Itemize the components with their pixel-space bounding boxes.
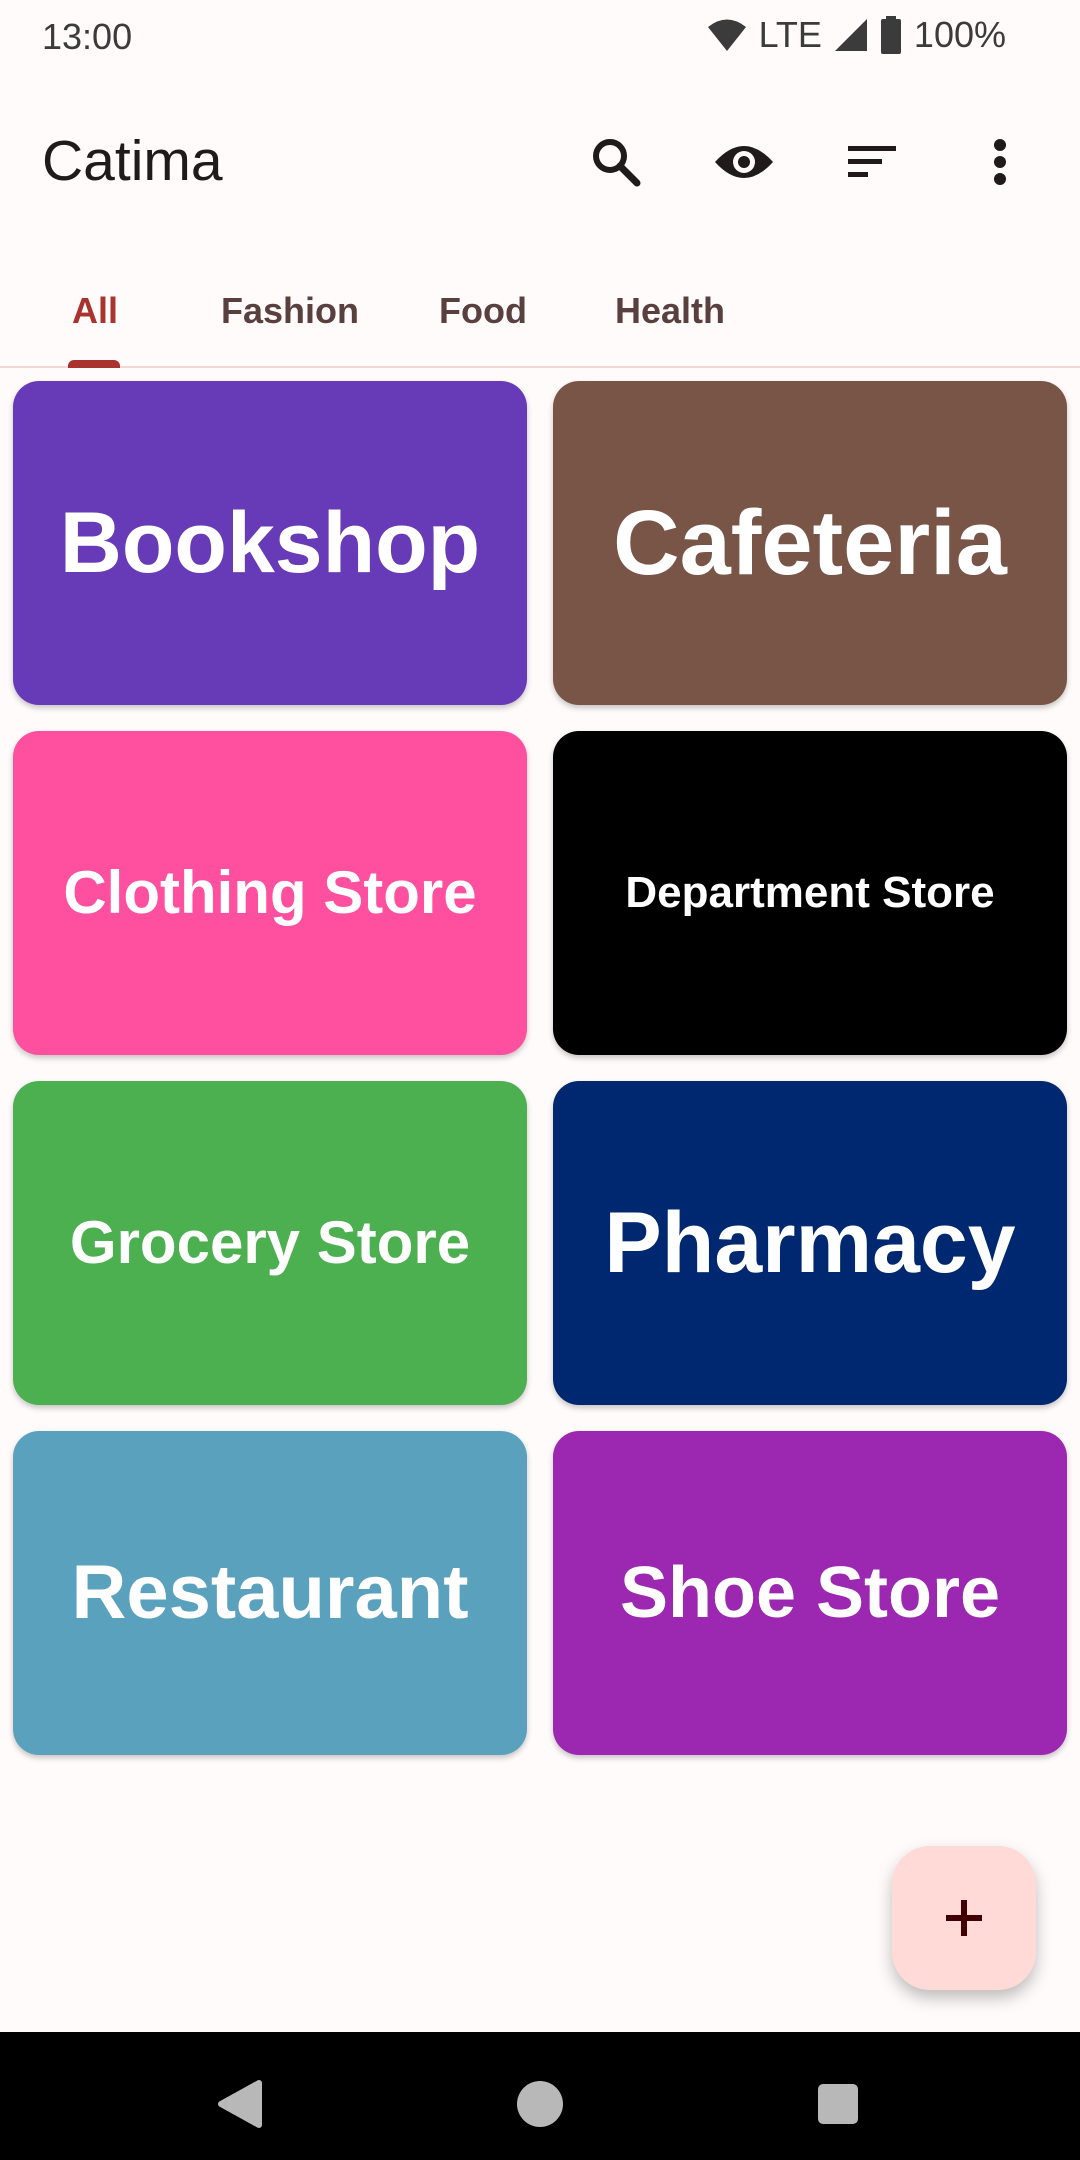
card-shoe-store[interactable]: Shoe Store bbox=[553, 1431, 1067, 1755]
recents-button[interactable] bbox=[796, 2062, 880, 2146]
status-time: 13:00 bbox=[42, 16, 133, 57]
tab-food[interactable]: Food bbox=[439, 256, 527, 366]
recents-icon bbox=[818, 2084, 858, 2124]
card-label: Shoe Store bbox=[619, 1553, 1001, 1633]
card-grocery-store[interactable]: Grocery Store bbox=[13, 1081, 527, 1405]
search-button[interactable] bbox=[552, 100, 680, 224]
card-label: Restaurant bbox=[71, 1550, 469, 1635]
battery-icon bbox=[880, 16, 901, 54]
tab-fashion[interactable]: Fashion bbox=[221, 256, 359, 366]
app-title: Catima bbox=[42, 129, 223, 193]
card-label: Cafeteria bbox=[613, 492, 1007, 594]
card-clothing-store[interactable]: Clothing Store bbox=[13, 731, 527, 1055]
network-label: LTE bbox=[758, 14, 822, 55]
card-label: Pharmacy bbox=[604, 1195, 1016, 1291]
card-label: Department Store bbox=[625, 868, 995, 917]
card-cafeteria[interactable]: Cafeteria bbox=[553, 381, 1067, 705]
back-icon bbox=[218, 2080, 262, 2128]
plus-icon bbox=[946, 1900, 982, 1936]
wifi-icon bbox=[707, 19, 746, 51]
toggle-visibility-button[interactable] bbox=[680, 100, 808, 224]
home-icon bbox=[517, 2081, 563, 2127]
battery-label: 100% bbox=[913, 14, 1006, 55]
group-tabs: All Fashion Food Health bbox=[0, 256, 1080, 368]
card-pharmacy[interactable]: Pharmacy bbox=[553, 1081, 1067, 1405]
more-options-button[interactable] bbox=[936, 100, 1064, 224]
add-card-button[interactable] bbox=[892, 1846, 1036, 1990]
back-button[interactable] bbox=[198, 2062, 282, 2146]
home-button[interactable] bbox=[498, 2062, 582, 2146]
card-department-store[interactable]: Department Store bbox=[553, 731, 1067, 1055]
tab-indicator bbox=[68, 360, 120, 368]
card-label: Bookshop bbox=[59, 495, 481, 591]
sort-icon bbox=[848, 146, 896, 177]
app-bar: Catima bbox=[0, 100, 1080, 224]
status-bar: 13:00 LTE 100% bbox=[0, 0, 1080, 76]
card-bookshop[interactable]: Bookshop bbox=[13, 381, 527, 705]
navigation-bar bbox=[0, 2032, 1080, 2160]
tab-health[interactable]: Health bbox=[615, 256, 725, 366]
card-label: Grocery Store bbox=[69, 1209, 471, 1276]
eye-icon bbox=[715, 146, 773, 178]
app-actions bbox=[552, 100, 1064, 224]
card-restaurant[interactable]: Restaurant bbox=[13, 1431, 527, 1755]
card-label: Clothing Store bbox=[63, 859, 477, 926]
more-vert-icon bbox=[994, 139, 1006, 185]
sort-button[interactable] bbox=[808, 100, 936, 224]
status-icons: LTE 100% bbox=[707, 14, 1006, 56]
search-icon bbox=[593, 139, 641, 187]
signal-icon bbox=[834, 19, 867, 51]
tab-all[interactable]: All bbox=[72, 256, 118, 366]
screen: 13:00 LTE 100% Catima All Fashion Food H… bbox=[0, 0, 1080, 2160]
